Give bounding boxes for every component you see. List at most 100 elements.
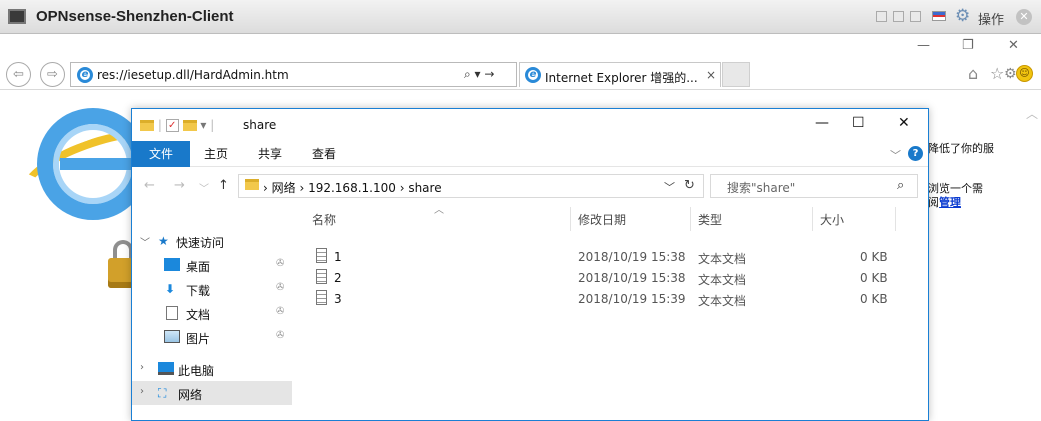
back-icon[interactable]: ⇦ (6, 62, 31, 87)
tools-gear-icon[interactable]: ⚙ (1004, 66, 1017, 82)
column-header-date[interactable]: 修改日期 (578, 211, 626, 228)
folder-icon (140, 120, 154, 131)
file-type: 文本文档 (698, 273, 747, 287)
file-size: 0 KB (860, 292, 888, 306)
nav-quick-access[interactable]: ﹀ ★ 快速访问 (132, 229, 292, 253)
tab-home[interactable]: 主页 (198, 141, 234, 167)
column-divider[interactable] (570, 207, 571, 231)
ie-caption-bar (0, 35, 1041, 57)
address-dropdown-icon[interactable]: ﹀ (664, 179, 675, 195)
network-folder-icon (245, 179, 259, 190)
tab-share[interactable]: 共享 (252, 141, 288, 167)
column-header-type[interactable]: 类型 (698, 211, 722, 228)
pin-icon[interactable]: ✇ (276, 306, 284, 317)
vm-action-menu[interactable]: 操作 (978, 9, 1004, 28)
breadcrumb-host[interactable]: 192.168.1.100 (308, 181, 396, 195)
vm-minimize-icon[interactable] (876, 11, 887, 22)
file-type: 文本文档 (698, 252, 747, 266)
vm-close-icon[interactable]: ✕ (1016, 9, 1032, 25)
expand-arrow-icon[interactable]: › (140, 386, 144, 397)
column-divider[interactable] (895, 207, 896, 231)
vm-title-bar: OPNsense-Shenzhen-Client ⚙ 操作 ✕ (0, 0, 1041, 34)
explorer-title: share (243, 118, 277, 132)
text-file-icon (316, 248, 327, 263)
expand-arrow-icon[interactable]: ﹀ (140, 234, 150, 249)
forward-icon[interactable]: ⇨ (40, 62, 65, 87)
tab-file[interactable]: 文件 (132, 141, 190, 167)
file-row[interactable]: 1 2018/10/19 15:38 文本文档 0 KB (302, 247, 922, 267)
ribbon-tabs: 文件 主页 共享 查看 ﹀ ? (132, 141, 928, 167)
nav-label: 桌面 (186, 260, 211, 274)
ie-minimize-icon[interactable]: — (917, 38, 930, 53)
file-date: 2018/10/19 15:38 (578, 250, 686, 264)
nav-item-pictures[interactable]: 图片 ✇ (132, 325, 292, 349)
pin-icon[interactable]: ✇ (276, 258, 284, 269)
ie-close-icon[interactable]: ✕ (1008, 38, 1019, 53)
gear-icon[interactable]: ⚙ (955, 7, 970, 25)
breadcrumb[interactable]: › 网络 › 192.168.1.100 › share ﹀ ↻ (238, 174, 704, 198)
scroll-up-icon[interactable]: ︿ (1026, 105, 1038, 122)
back-arrow-icon[interactable]: ← (144, 178, 155, 193)
explorer-minimize-icon[interactable]: — (815, 115, 829, 131)
recent-dropdown-icon[interactable]: ﹀ (199, 180, 209, 195)
tab-close-icon[interactable]: × (706, 68, 716, 82)
file-size: 0 KB (860, 271, 888, 285)
new-folder-icon[interactable] (182, 120, 197, 131)
file-name: 1 (334, 250, 342, 264)
pin-icon[interactable]: ✇ (276, 330, 284, 341)
breadcrumb-path: › 网络 › 192.168.1.100 › share (263, 181, 442, 195)
sort-ascending-icon: ︿ (434, 205, 444, 216)
pin-icon[interactable]: ✇ (276, 282, 284, 293)
explorer-close-icon[interactable]: ✕ (898, 115, 910, 131)
vm-console-icon (8, 9, 26, 24)
help-icon[interactable]: ? (908, 146, 923, 161)
up-arrow-icon[interactable]: ↑ (218, 178, 229, 193)
vm-fullscreen-icon[interactable] (910, 11, 921, 22)
explorer-maximize-icon[interactable]: ☐ (852, 115, 865, 131)
nav-label: 文档 (186, 308, 211, 322)
breadcrumb-network[interactable]: 网络 (272, 181, 296, 195)
nav-item-desktop[interactable]: 桌面 ✇ (132, 253, 292, 277)
chevron-down-icon[interactable]: ﹀ (890, 147, 901, 163)
home-icon[interactable]: ⌂ (968, 64, 978, 83)
keyboard-layout-icon[interactable] (932, 11, 946, 21)
tab-view[interactable]: 查看 (306, 141, 342, 167)
feedback-smiley-icon[interactable]: ☺ (1016, 65, 1033, 82)
nav-label: 网络 (178, 388, 203, 402)
refresh-icon[interactable]: ↻ (684, 178, 695, 193)
vm-restore-icon[interactable] (893, 11, 904, 22)
properties-icon[interactable]: ✓ (165, 119, 179, 132)
column-header-name[interactable]: 名称 (312, 211, 336, 228)
customize-toolbar-icon[interactable]: ▾ (200, 118, 206, 132)
nav-item-downloads[interactable]: ⬇ 下载 ✇ (132, 277, 292, 301)
manage-link[interactable]: 管理 (939, 196, 961, 209)
forward-arrow-icon[interactable]: → (174, 178, 185, 193)
nav-label: 此电脑 (178, 364, 215, 378)
network-icon: ⛶ (158, 386, 167, 400)
ie-tab[interactable]: e Internet Explorer 增强的... × (519, 62, 721, 87)
breadcrumb-share[interactable]: share (408, 181, 441, 195)
file-row[interactable]: 2 2018/10/19 15:38 文本文档 0 KB (302, 268, 922, 288)
expand-arrow-icon[interactable]: › (140, 362, 144, 373)
nav-item-documents[interactable]: 文档 ✇ (132, 301, 292, 325)
column-divider[interactable] (690, 207, 691, 231)
search-go-icon[interactable]: ⌕ ▾ → (464, 67, 494, 82)
column-divider[interactable] (812, 207, 813, 231)
search-icon[interactable]: ⌕ (897, 178, 904, 193)
picture-icon (164, 330, 180, 343)
nav-network[interactable]: › ⛶ 网络 (132, 381, 292, 405)
search-input[interactable]: 搜索"share" ⌕ (710, 174, 918, 198)
new-tab-button[interactable] (722, 62, 750, 87)
ie-address-bar[interactable]: e res://iesetup.dll/HardAdmin.htm ⌕ ▾ → (70, 62, 517, 87)
ie-restore-icon[interactable]: ❐ (962, 38, 974, 53)
quick-access-toolbar[interactable]: | ✓ ▾ | (140, 118, 214, 132)
column-header-size[interactable]: 大小 (820, 211, 844, 228)
nav-this-pc[interactable]: › 此电脑 (132, 357, 292, 381)
ie-scrollbar[interactable] (1023, 91, 1041, 421)
desktop-icon (164, 258, 180, 271)
favorites-star-icon[interactable]: ☆ (990, 64, 1004, 83)
star-icon: ★ (158, 234, 169, 248)
nav-label: 快速访问 (176, 236, 225, 250)
file-row[interactable]: 3 2018/10/19 15:39 文本文档 0 KB (302, 289, 922, 309)
download-arrow-icon: ⬇ (165, 282, 176, 296)
